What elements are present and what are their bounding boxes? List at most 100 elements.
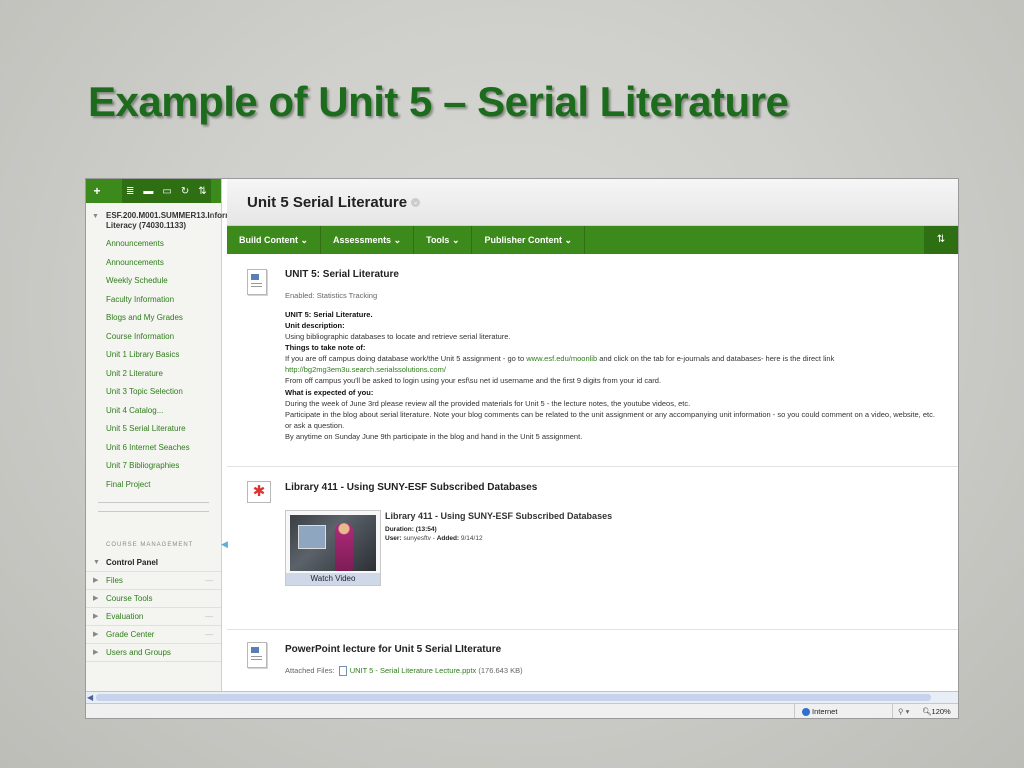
cp-item-evaluation[interactable]: ▶ Evaluation —	[86, 608, 221, 626]
expand-arrow-icon: ▶	[93, 595, 99, 602]
attached-files: Attached Files: UNIT 5 - Serial Literatu…	[285, 666, 523, 677]
action-bar: Build Content ⌄ Assessments ⌄ Tools ⌄ Pu…	[227, 226, 958, 254]
cp-item-users-groups[interactable]: ▶ Users and Groups	[86, 644, 221, 662]
cp-item-files[interactable]: ▶ Files —	[86, 572, 221, 590]
content-area: Unit 5 Serial Literature ⌄ Build Content…	[227, 179, 958, 691]
item-title[interactable]: UNIT 5: Serial Literature	[285, 269, 399, 280]
item-title[interactable]: PowerPoint lecture for Unit 5 Serial LIt…	[285, 644, 501, 655]
course-title[interactable]: ▼ ESF.200.M001.SUMMER13.Information Lite…	[86, 203, 251, 235]
flyout-icon: —	[205, 630, 213, 639]
added-value: 9/14/12	[460, 535, 483, 542]
assessments-button[interactable]: Assessments ⌄	[321, 226, 415, 254]
folder-view-icon[interactable]: ▬	[143, 186, 153, 197]
expand-arrow-icon: ▶	[93, 577, 99, 584]
video-meta: Duration: (13:54) User: sunyesftv - Adde…	[385, 526, 483, 542]
file-size: (176.643 KB)	[478, 666, 523, 675]
cp-item-label: Files	[106, 576, 123, 585]
content-item-powerpoint: PowerPoint lecture for Unit 5 Serial LIt…	[227, 630, 958, 690]
attached-file-link[interactable]: UNIT 5 - Serial Literature Lecture.pptx	[350, 666, 477, 675]
item-enabled-status: Enabled: Statistics Tracking	[285, 291, 378, 300]
menu-item-unit-5[interactable]: Unit 5 Serial Literature	[86, 420, 221, 439]
menu-item-unit-3[interactable]: Unit 3 Topic Selection	[86, 383, 221, 402]
video-screen-graphic	[298, 525, 326, 549]
cp-item-course-tools[interactable]: ▶ Course Tools	[86, 590, 221, 608]
mashup-icon: ✱	[247, 481, 271, 503]
menu-item-unit-6[interactable]: Unit 6 Internet Seaches	[86, 439, 221, 458]
collapse-caret-icon[interactable]: ▼	[92, 212, 99, 222]
added-label: Added:	[436, 535, 460, 542]
video-thumbnail	[290, 515, 376, 571]
login-note: From off campus you'll be asked to login…	[285, 376, 662, 385]
menu-item-weekly-schedule[interactable]: Weekly Schedule	[86, 272, 221, 291]
user-label: User:	[385, 535, 402, 542]
cp-item-label: Course Tools	[106, 594, 153, 603]
options-chevron-icon[interactable]: ⌄	[411, 197, 421, 207]
status-separator	[892, 704, 893, 718]
flyout-icon: —	[205, 612, 213, 621]
cp-item-grade-center[interactable]: ▶ Grade Center —	[86, 626, 221, 644]
tools-button[interactable]: Tools ⌄	[414, 226, 473, 254]
page-title: Unit 5 Serial Literature	[247, 193, 408, 211]
control-panel-list: ▼ Control Panel ▶ Files — ▶ Course Tools ▶ Ev…	[86, 554, 221, 662]
menu-item-announcements[interactable]: Announcements	[86, 235, 221, 254]
status-separator	[794, 704, 795, 718]
unit-desc-text: Using bibliographic databases to locate …	[285, 332, 511, 341]
course-menu-list: Announcements Announcements Weekly Sched…	[86, 235, 221, 494]
menu-item-announcements-2[interactable]: Announcements	[86, 254, 221, 273]
browser-status-bar: Internet ⚲ ▾ 🔍︎120%	[86, 703, 958, 718]
note-line: If you are off campus doing database wor…	[285, 353, 935, 364]
expected-line-2: Participate in the blog about serial lit…	[285, 410, 935, 430]
home-icon[interactable]: ⌂	[209, 211, 215, 221]
list-view-icon[interactable]: ≣	[126, 186, 134, 197]
zoom-level[interactable]: 🔍︎120%	[922, 707, 951, 716]
protected-mode-icon[interactable]: ⚲ ▾	[898, 707, 909, 716]
expand-arrow-icon: ▶	[93, 649, 99, 656]
video-preview[interactable]: Watch Video	[285, 510, 381, 586]
globe-icon	[802, 708, 810, 717]
menu-item-unit-7[interactable]: Unit 7 Bibliographies	[86, 457, 221, 476]
menu-item-unit-2[interactable]: Unit 2 Literature	[86, 365, 221, 384]
page-header: Unit 5 Serial Literature ⌄	[227, 179, 958, 226]
video-title: Library 411 - Using SUNY-ESF Subscribed …	[385, 511, 613, 521]
new-window-icon[interactable]: ▭	[162, 186, 171, 197]
sidebar-divider-2	[98, 511, 209, 512]
add-menu-item-icon[interactable]: +	[86, 184, 108, 198]
expand-arrow-icon: ▶	[93, 613, 99, 620]
expected-line-1: During the week of June 3rd please revie…	[285, 399, 691, 408]
expected-label: What is expected of you:	[285, 388, 374, 397]
menu-item-unit-4[interactable]: Unit 4 Catalog...	[86, 402, 221, 421]
video-presenter-graphic	[335, 523, 353, 571]
item-description: UNIT 5: Serial Literature. Unit descript…	[285, 309, 935, 442]
sidebar-toolbar: + ≣ ▬ ▭ ↻ ⇅	[86, 179, 221, 203]
horizontal-scrollbar[interactable]: ◀	[86, 691, 958, 703]
user-value: sunyesftv	[403, 535, 431, 542]
reorder-icon[interactable]: ⇅	[198, 186, 206, 197]
duration-label: Duration:	[385, 526, 414, 533]
notes-label: Things to take note of:	[285, 343, 366, 352]
menu-item-final-project[interactable]: Final Project	[86, 476, 221, 495]
expected-line-3: By anytime on Sunday June 9th participat…	[285, 432, 583, 441]
publisher-content-button[interactable]: Publisher Content ⌄	[472, 226, 586, 254]
menu-item-unit-1[interactable]: Unit 1 Library Basics	[86, 346, 221, 365]
content-item-unit5: UNIT 5: Serial Literature Enabled: Stati…	[227, 254, 958, 467]
scrollbar-thumb[interactable]	[96, 694, 931, 701]
menu-item-course-information[interactable]: Course Information	[86, 328, 221, 347]
duration-value: (13:54)	[415, 526, 437, 533]
note-post-text: and click on the tab for e-journals and …	[597, 354, 835, 363]
direct-link[interactable]: http://bg2mg3em3u.search.serialssolution…	[285, 364, 935, 375]
cp-item-label: Evaluation	[106, 612, 144, 621]
content-item-library411: ✱ Library 411 - Using SUNY-ESF Subscribe…	[227, 467, 958, 630]
watch-video-button[interactable]: Watch Video	[286, 573, 380, 585]
menu-item-faculty-information[interactable]: Faculty Information	[86, 291, 221, 310]
sort-icon[interactable]: ⇅	[924, 226, 958, 254]
security-zone: Internet	[802, 707, 837, 717]
build-content-button[interactable]: Build Content ⌄	[227, 226, 322, 254]
refresh-icon[interactable]: ↻	[181, 186, 189, 197]
menu-item-blogs-grades[interactable]: Blogs and My Grades	[86, 309, 221, 328]
control-panel-header[interactable]: ▼ Control Panel	[86, 554, 221, 572]
item-title[interactable]: Library 411 - Using SUNY-ESF Subscribed …	[285, 482, 537, 493]
scroll-left-icon[interactable]: ◀	[87, 692, 93, 703]
slide-title: Example of Unit 5 – Serial Literature	[88, 78, 789, 125]
moonlib-link[interactable]: www.esf.edu/moonlib	[526, 354, 597, 363]
expand-arrow-icon: ▶	[93, 631, 99, 638]
